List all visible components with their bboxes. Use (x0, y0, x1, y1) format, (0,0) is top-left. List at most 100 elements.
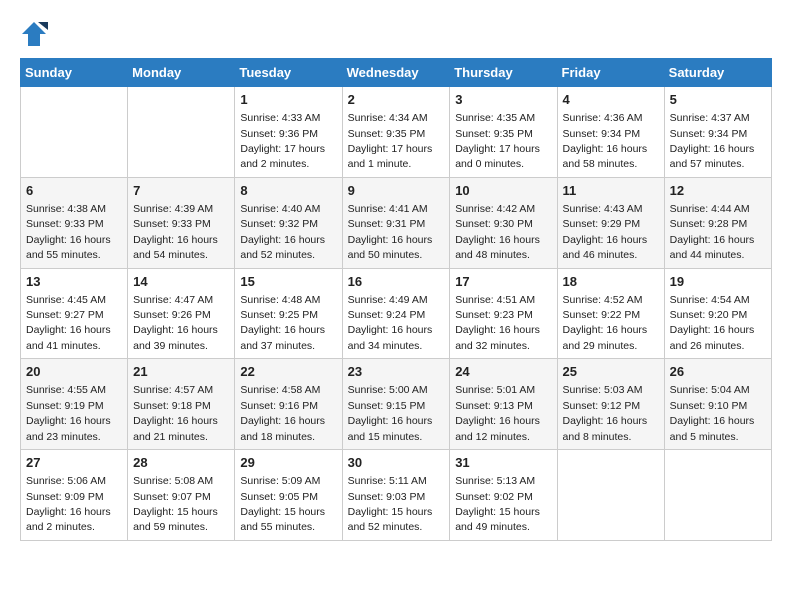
weekday-header-sunday: Sunday (21, 59, 128, 87)
day-info: Sunrise: 5:00 AM Sunset: 9:15 PM Dayligh… (348, 384, 433, 442)
calendar-cell: 11 Sunrise: 4:43 AM Sunset: 9:29 PM Dayli… (557, 177, 664, 268)
day-info: Sunrise: 4:45 AM Sunset: 9:27 PM Dayligh… (26, 294, 111, 352)
weekday-header-row: SundayMondayTuesdayWednesdayThursdayFrid… (21, 59, 772, 87)
weekday-header-wednesday: Wednesday (342, 59, 450, 87)
day-number: 9 (348, 182, 445, 200)
logo-icon (20, 20, 48, 48)
day-number: 28 (133, 454, 229, 472)
calendar-cell: 22 Sunrise: 4:58 AM Sunset: 9:16 PM Dayli… (235, 359, 342, 450)
day-info: Sunrise: 4:51 AM Sunset: 9:23 PM Dayligh… (455, 294, 540, 352)
day-number: 21 (133, 363, 229, 381)
page: SundayMondayTuesdayWednesdayThursdayFrid… (0, 0, 792, 561)
day-number: 20 (26, 363, 122, 381)
day-info: Sunrise: 5:04 AM Sunset: 9:10 PM Dayligh… (670, 384, 755, 442)
day-info: Sunrise: 4:42 AM Sunset: 9:30 PM Dayligh… (455, 203, 540, 261)
day-number: 31 (455, 454, 551, 472)
day-info: Sunrise: 4:47 AM Sunset: 9:26 PM Dayligh… (133, 294, 218, 352)
day-number: 16 (348, 273, 445, 291)
calendar-cell: 21 Sunrise: 4:57 AM Sunset: 9:18 PM Dayli… (128, 359, 235, 450)
day-info: Sunrise: 4:39 AM Sunset: 9:33 PM Dayligh… (133, 203, 218, 261)
day-number: 11 (563, 182, 659, 200)
calendar-cell (557, 450, 664, 541)
day-number: 3 (455, 91, 551, 109)
day-info: Sunrise: 4:38 AM Sunset: 9:33 PM Dayligh… (26, 203, 111, 261)
calendar-cell: 28Sunrise: 5:08 AM Sunset: 9:07 PM Dayli… (128, 450, 235, 541)
day-number: 6 (26, 182, 122, 200)
day-number: 18 (563, 273, 659, 291)
day-info: Sunrise: 4:35 AM Sunset: 9:35 PM Dayligh… (455, 112, 540, 170)
calendar-cell: 1Sunrise: 4:33 AM Sunset: 9:36 PM Daylig… (235, 87, 342, 178)
calendar-cell: 31 Sunrise: 5:13 AM Sunset: 9:02 PM Dayli… (450, 450, 557, 541)
day-number: 25 (563, 363, 659, 381)
calendar-cell: 3 Sunrise: 4:35 AM Sunset: 9:35 PM Daylig… (450, 87, 557, 178)
day-info: Sunrise: 5:06 AM Sunset: 9:09 PM Dayligh… (26, 475, 111, 533)
header (20, 16, 772, 48)
day-info: Sunrise: 4:58 AM Sunset: 9:16 PM Dayligh… (240, 384, 325, 442)
day-info: Sunrise: 5:11 AM Sunset: 9:03 PM Dayligh… (348, 475, 433, 533)
logo (20, 20, 52, 48)
day-info: Sunrise: 5:13 AM Sunset: 9:02 PM Dayligh… (455, 475, 540, 533)
day-info: Sunrise: 4:33 AM Sunset: 9:36 PM Dayligh… (240, 112, 325, 170)
day-info: Sunrise: 4:54 AM Sunset: 9:20 PM Dayligh… (670, 294, 755, 352)
day-number: 26 (670, 363, 766, 381)
calendar-cell: 16Sunrise: 4:49 AM Sunset: 9:24 PM Dayli… (342, 268, 450, 359)
calendar-cell (128, 87, 235, 178)
day-info: Sunrise: 4:57 AM Sunset: 9:18 PM Dayligh… (133, 384, 218, 442)
day-number: 17 (455, 273, 551, 291)
week-row-3: 13 Sunrise: 4:45 AM Sunset: 9:27 PM Dayli… (21, 268, 772, 359)
week-row-1: 1Sunrise: 4:33 AM Sunset: 9:36 PM Daylig… (21, 87, 772, 178)
day-number: 12 (670, 182, 766, 200)
calendar-cell: 2 Sunrise: 4:34 AM Sunset: 9:35 PM Daylig… (342, 87, 450, 178)
calendar-cell: 26 Sunrise: 5:04 AM Sunset: 9:10 PM Dayli… (664, 359, 771, 450)
calendar-cell: 12 Sunrise: 4:44 AM Sunset: 9:28 PM Dayli… (664, 177, 771, 268)
calendar-cell: 18 Sunrise: 4:52 AM Sunset: 9:22 PM Dayli… (557, 268, 664, 359)
day-number: 7 (133, 182, 229, 200)
day-number: 8 (240, 182, 336, 200)
day-number: 4 (563, 91, 659, 109)
day-number: 13 (26, 273, 122, 291)
day-info: Sunrise: 4:48 AM Sunset: 9:25 PM Dayligh… (240, 294, 325, 352)
day-number: 14 (133, 273, 229, 291)
calendar-cell: 10 Sunrise: 4:42 AM Sunset: 9:30 PM Dayli… (450, 177, 557, 268)
calendar-cell: 9Sunrise: 4:41 AM Sunset: 9:31 PM Daylig… (342, 177, 450, 268)
day-number: 19 (670, 273, 766, 291)
day-number: 10 (455, 182, 551, 200)
week-row-5: 27 Sunrise: 5:06 AM Sunset: 9:09 PM Dayli… (21, 450, 772, 541)
day-number: 22 (240, 363, 336, 381)
day-number: 2 (348, 91, 445, 109)
week-row-2: 6 Sunrise: 4:38 AM Sunset: 9:33 PM Daylig… (21, 177, 772, 268)
calendar-cell: 7 Sunrise: 4:39 AM Sunset: 9:33 PM Daylig… (128, 177, 235, 268)
day-info: Sunrise: 4:55 AM Sunset: 9:19 PM Dayligh… (26, 384, 111, 442)
day-number: 27 (26, 454, 122, 472)
calendar-cell: 23Sunrise: 5:00 AM Sunset: 9:15 PM Dayli… (342, 359, 450, 450)
calendar-cell: 13 Sunrise: 4:45 AM Sunset: 9:27 PM Dayli… (21, 268, 128, 359)
weekday-header-friday: Friday (557, 59, 664, 87)
weekday-header-tuesday: Tuesday (235, 59, 342, 87)
day-info: Sunrise: 4:52 AM Sunset: 9:22 PM Dayligh… (563, 294, 648, 352)
calendar-cell (21, 87, 128, 178)
calendar-cell: 29 Sunrise: 5:09 AM Sunset: 9:05 PM Dayli… (235, 450, 342, 541)
calendar-cell: 8 Sunrise: 4:40 AM Sunset: 9:32 PM Daylig… (235, 177, 342, 268)
calendar-cell: 4 Sunrise: 4:36 AM Sunset: 9:34 PM Daylig… (557, 87, 664, 178)
day-info: Sunrise: 4:44 AM Sunset: 9:28 PM Dayligh… (670, 203, 755, 261)
calendar-cell: 25Sunrise: 5:03 AM Sunset: 9:12 PM Dayli… (557, 359, 664, 450)
calendar-cell: 15Sunrise: 4:48 AM Sunset: 9:25 PM Dayli… (235, 268, 342, 359)
day-number: 30 (348, 454, 445, 472)
calendar-cell: 19 Sunrise: 4:54 AM Sunset: 9:20 PM Dayli… (664, 268, 771, 359)
day-info: Sunrise: 4:40 AM Sunset: 9:32 PM Dayligh… (240, 203, 325, 261)
day-number: 29 (240, 454, 336, 472)
day-info: Sunrise: 4:36 AM Sunset: 9:34 PM Dayligh… (563, 112, 648, 170)
day-number: 24 (455, 363, 551, 381)
calendar-cell (664, 450, 771, 541)
calendar: SundayMondayTuesdayWednesdayThursdayFrid… (20, 58, 772, 541)
calendar-cell: 24 Sunrise: 5:01 AM Sunset: 9:13 PM Dayli… (450, 359, 557, 450)
day-info: Sunrise: 5:01 AM Sunset: 9:13 PM Dayligh… (455, 384, 540, 442)
day-info: Sunrise: 5:09 AM Sunset: 9:05 PM Dayligh… (240, 475, 325, 533)
day-info: Sunrise: 4:37 AM Sunset: 9:34 PM Dayligh… (670, 112, 755, 170)
calendar-cell: 6 Sunrise: 4:38 AM Sunset: 9:33 PM Daylig… (21, 177, 128, 268)
weekday-header-monday: Monday (128, 59, 235, 87)
day-info: Sunrise: 4:43 AM Sunset: 9:29 PM Dayligh… (563, 203, 648, 261)
week-row-4: 20 Sunrise: 4:55 AM Sunset: 9:19 PM Dayli… (21, 359, 772, 450)
weekday-header-thursday: Thursday (450, 59, 557, 87)
day-info: Sunrise: 4:34 AM Sunset: 9:35 PM Dayligh… (348, 112, 433, 170)
